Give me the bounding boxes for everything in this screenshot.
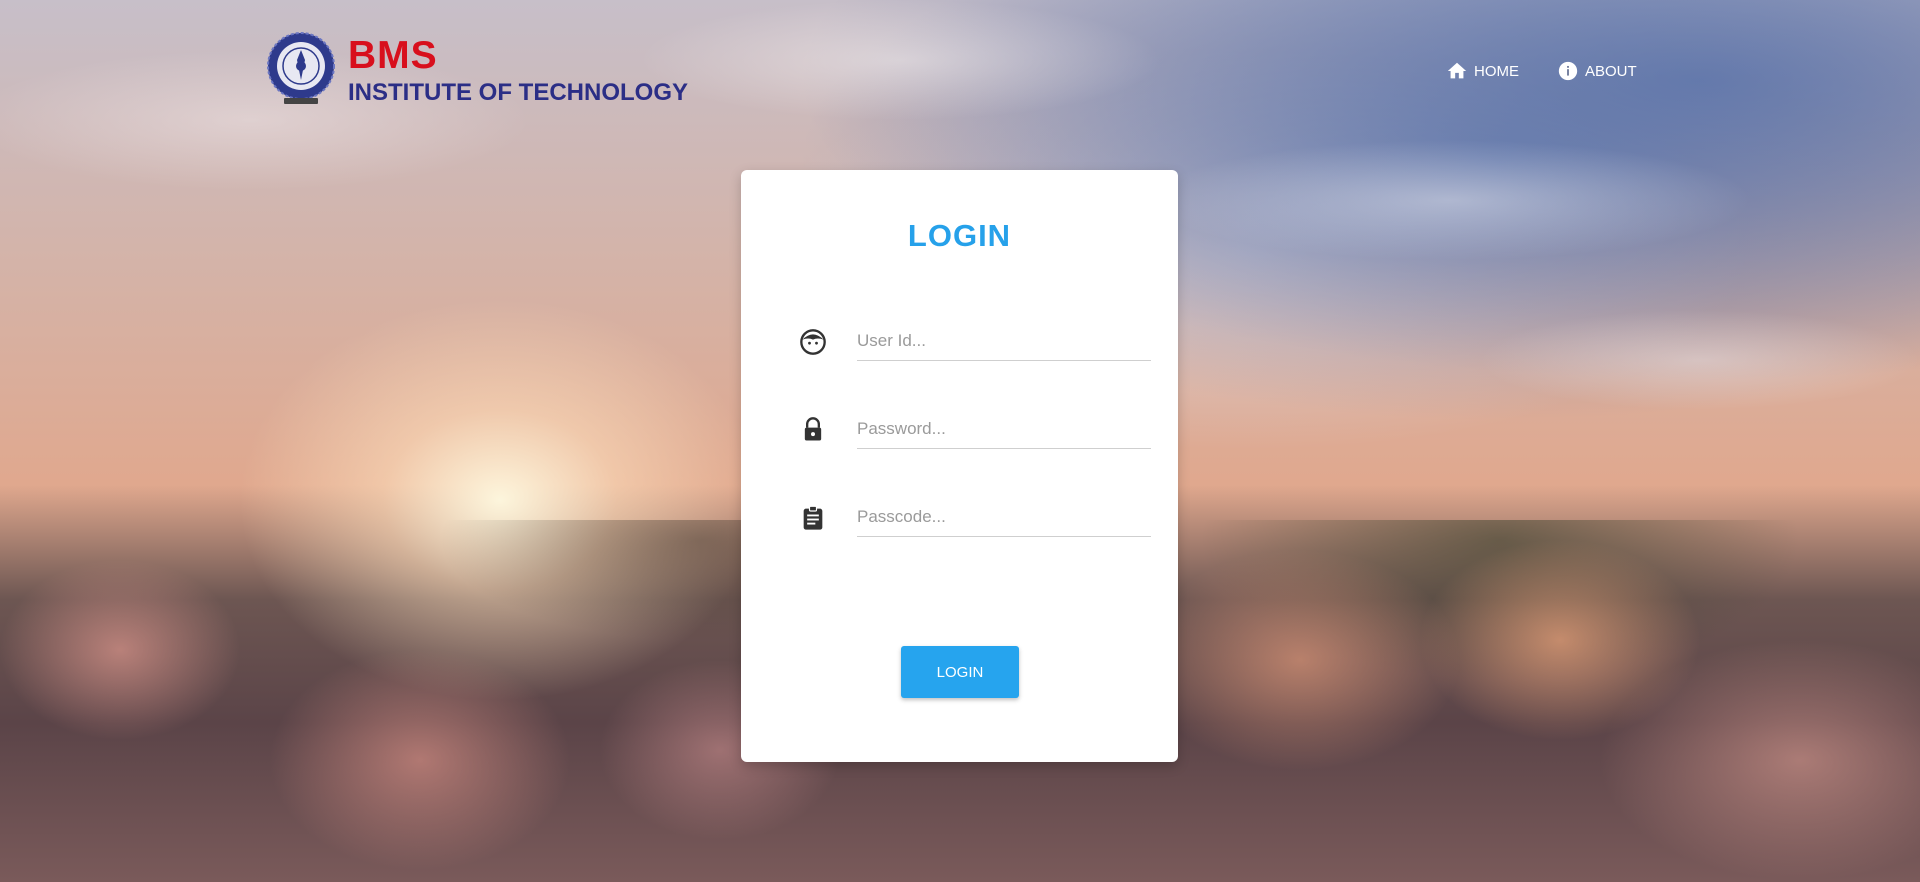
login-title: LOGIN: [907, 218, 1012, 253]
login-card: LOGIN LOGIN: [741, 170, 1178, 762]
passcode-field: [799, 498, 1151, 538]
institute-seal-logo: [267, 32, 335, 104]
passcode-input[interactable]: [857, 498, 1151, 537]
nav-about-link[interactable]: ABOUT: [1557, 60, 1637, 82]
password-input[interactable]: [857, 410, 1151, 449]
lock-icon: [804, 417, 822, 441]
user-id-field: [799, 322, 1151, 362]
user-id-input[interactable]: [857, 322, 1151, 361]
brand-name: BMS: [348, 34, 438, 77]
top-nav: HOME ABOUT: [1446, 60, 1675, 82]
brand-subtitle: INSTITUTE OF TECHNOLOGY: [348, 79, 688, 106]
nav-home-link[interactable]: HOME: [1446, 60, 1519, 82]
info-icon: [1558, 61, 1578, 81]
nav-home-label: HOME: [1474, 62, 1519, 80]
brand[interactable]: BMS INSTITUTE OF TECHNOLOGY: [266, 30, 688, 108]
clipboard-icon: [803, 505, 823, 530]
nav-about-label: ABOUT: [1585, 62, 1637, 80]
login-button[interactable]: LOGIN: [901, 646, 1019, 698]
home-icon: [1447, 62, 1467, 79]
password-field: [799, 410, 1151, 450]
user-face-icon: [800, 329, 826, 355]
